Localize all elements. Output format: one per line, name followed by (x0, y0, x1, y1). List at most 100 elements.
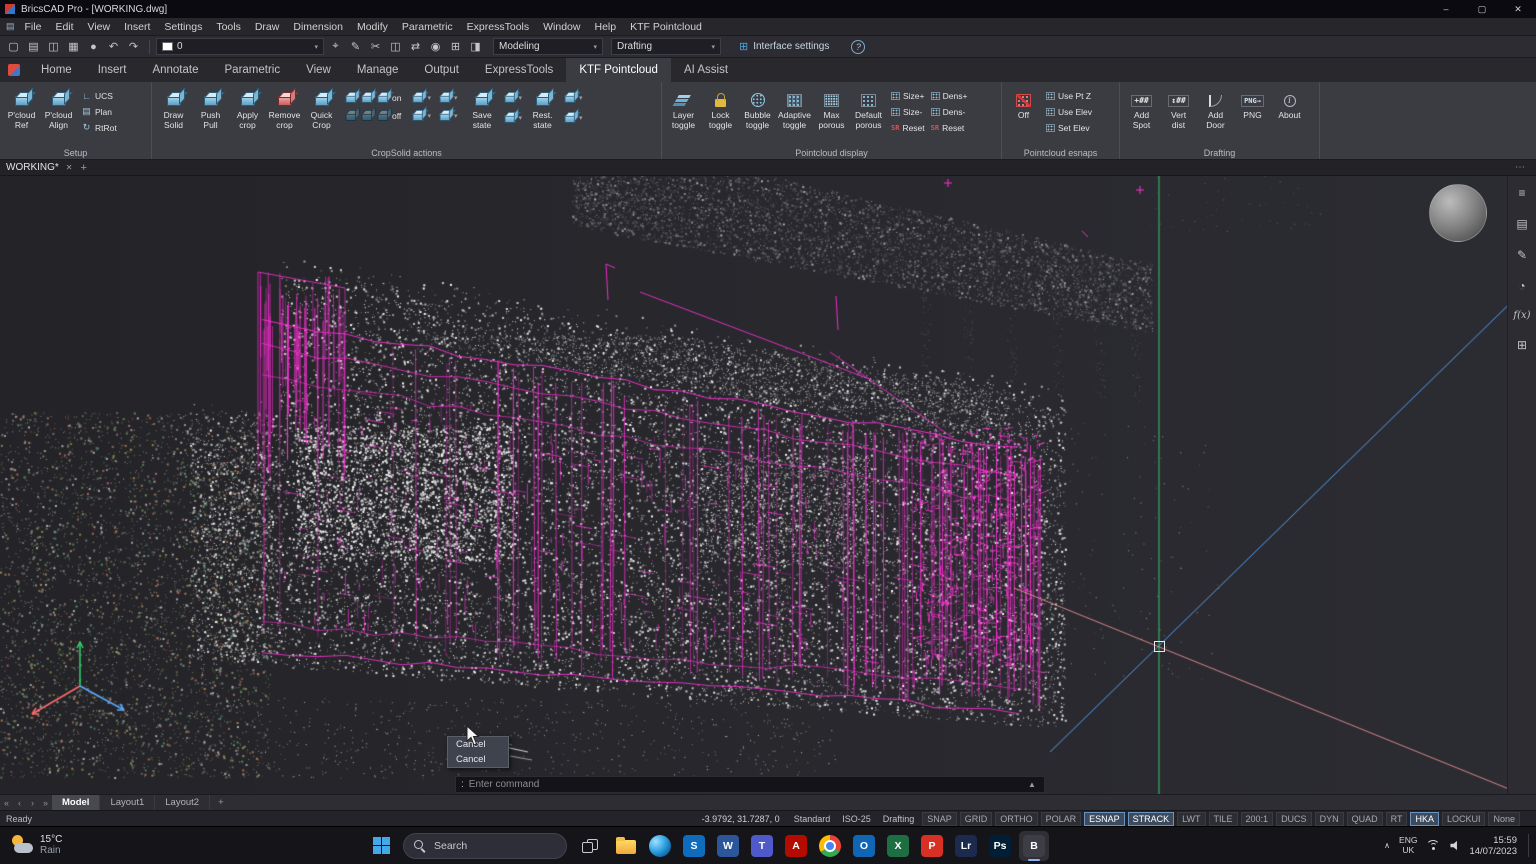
command-line[interactable]: : Enter command ▲ (455, 776, 1045, 793)
context-menu-item-cancel[interactable]: Cancel (448, 752, 508, 767)
menu-edit[interactable]: Edit (48, 21, 80, 33)
start-button[interactable] (366, 831, 396, 861)
render-panel-icon[interactable]: ◔ (1518, 279, 1525, 293)
task-view-button[interactable] (574, 831, 604, 861)
search-input[interactable]: Search (403, 833, 567, 859)
ribbon-button-plan[interactable]: ▤Plan (81, 105, 117, 118)
ribbon-button-vert-dist[interactable]: ↕##Vertdist (1160, 84, 1197, 146)
status-toggle-200-1[interactable]: 200:1 (1241, 812, 1274, 826)
photoshop-icon[interactable]: Ps (985, 831, 1015, 861)
panel-menu-icon[interactable]: ≡ (1518, 186, 1525, 200)
teams-icon[interactable]: T (747, 831, 777, 861)
help-button[interactable]: ? (851, 40, 865, 54)
ribbon-button-size[interactable]: Size+ (891, 89, 925, 102)
attachments-panel-icon[interactable]: ✎ (1517, 248, 1527, 262)
crop-option-button[interactable]: ▾ (438, 109, 458, 122)
state-option-button[interactable]: ▾ (503, 91, 523, 104)
status-toggle-ducs[interactable]: DUCS (1276, 812, 1312, 826)
status-toggle-ortho[interactable]: ORTHO (995, 812, 1037, 826)
ribbon-button-lock-toggle[interactable]: Locktoggle (702, 84, 739, 146)
status-toggle-snap[interactable]: SNAP (922, 812, 957, 826)
ribbon-button-remove-crop[interactable]: Removecrop (266, 84, 303, 146)
app-menu-icon[interactable] (0, 58, 28, 82)
crop-option-button[interactable]: ▾ (411, 91, 431, 104)
redline-icon[interactable]: ● (84, 38, 103, 56)
print-icon[interactable]: ▦ (64, 38, 83, 56)
menu-help[interactable]: Help (587, 21, 623, 33)
ribbon-button-apply-crop[interactable]: Applycrop (229, 84, 266, 146)
state-option-button[interactable]: ▾ (563, 91, 583, 104)
volume-icon[interactable] (1450, 841, 1460, 851)
ribbon-button-p-cloud-align[interactable]: P'cloudAlign (40, 84, 77, 146)
ribbon-button-reset[interactable]: SRReset (931, 121, 968, 134)
menu-insert[interactable]: Insert (117, 21, 157, 33)
menu-draw[interactable]: Draw (248, 21, 287, 33)
ribbon-button-layer-toggle[interactable]: Layertoggle (665, 84, 702, 146)
ribbon-button-quick-crop[interactable]: QuickCrop (303, 84, 340, 146)
show-desktop-button[interactable] (1528, 834, 1532, 856)
lightroom-icon[interactable]: Lr (951, 831, 981, 861)
workspace-select-primary[interactable]: Modeling ▾ (493, 38, 603, 55)
ribbon-button-off[interactable]: Off (1005, 84, 1042, 146)
crop-option-button[interactable]: ▾ (438, 91, 458, 104)
command-input[interactable]: Enter command (469, 779, 1025, 790)
photos-icon[interactable]: P (917, 831, 947, 861)
menu-ktf-pointcloud[interactable]: KTF Pointcloud (623, 21, 709, 33)
interface-settings-button[interactable]: ⊞ Interface settings (739, 40, 829, 53)
status-toggle-lwt[interactable]: LWT (1177, 812, 1205, 826)
workspace-select-secondary[interactable]: Drafting ▾ (611, 38, 721, 55)
layer-dropdown[interactable]: 0 ▾ (156, 38, 324, 55)
menu-settings[interactable]: Settings (157, 21, 209, 33)
redo-icon[interactable]: ↷ (124, 38, 143, 56)
pencil-icon[interactable]: ✎ (346, 38, 365, 56)
wifi-icon[interactable] (1426, 840, 1441, 852)
layout-nav-icon[interactable]: › (26, 798, 39, 808)
pan-icon[interactable]: ⊞ (446, 38, 465, 56)
menu-window[interactable]: Window (536, 21, 587, 33)
layout-tab-layout1[interactable]: Layout1 (100, 795, 155, 810)
menu-view[interactable]: View (81, 21, 118, 33)
document-tab-working[interactable]: WORKING* (6, 162, 59, 173)
state-option-button[interactable]: ▾ (503, 111, 523, 124)
new-tab-button[interactable]: + (80, 162, 86, 174)
bricscad-icon[interactable]: B (1019, 831, 1049, 861)
ribbon-button-bubble-toggle[interactable]: Bubbletoggle (739, 84, 776, 146)
status-toggle-polar[interactable]: POLAR (1041, 812, 1082, 826)
ribbon-button-default-porous[interactable]: Defaultporous (850, 84, 887, 146)
open-file-icon[interactable]: ▤ (24, 38, 43, 56)
ribbon-button-set-elev[interactable]: Set Elev (1046, 121, 1092, 134)
ribbon-button-max-porous[interactable]: Maxporous (813, 84, 850, 146)
menu-modify[interactable]: Modify (350, 21, 395, 33)
tab-overflow-icon[interactable]: ⋯ (1515, 162, 1526, 173)
ribbon-button-adaptive-toggle[interactable]: Adaptivetoggle (776, 84, 813, 146)
viewport[interactable]: ≡▤✎◔f(x)⊞ Cancel Cancel : Enter command … (0, 176, 1536, 794)
ribbon-button-draw-solid[interactable]: DrawSolid (155, 84, 192, 146)
fields-panel-icon[interactable]: f(x) (1513, 310, 1530, 321)
minimize-button[interactable]: – (1428, 0, 1464, 18)
weather-widget[interactable]: 15°C Rain (10, 833, 62, 857)
new-file-icon[interactable]: ▢ (4, 38, 23, 56)
status-toggle-grid[interactable]: GRID (960, 812, 993, 826)
navigation-sphere[interactable] (1429, 184, 1487, 242)
layout-nav-icon[interactable]: » (39, 798, 52, 808)
file-explorer-icon[interactable] (611, 831, 641, 861)
add-layout-button[interactable]: + (210, 797, 232, 808)
ribbon-button-about[interactable]: iAbout (1271, 84, 1308, 146)
restore-state-button[interactable]: Rest. state (524, 84, 561, 130)
close-tab-icon[interactable]: ✕ (66, 163, 73, 172)
ribbon-button-use-elev[interactable]: Use Elev (1046, 105, 1092, 118)
status-toggle-strack[interactable]: STRACK (1128, 812, 1175, 826)
status-toggle-quad[interactable]: QUAD (1347, 812, 1383, 826)
state-option-button[interactable]: ▾ (563, 111, 583, 124)
excel-icon[interactable]: X (883, 831, 913, 861)
ribbon-tab-output[interactable]: Output (411, 58, 472, 82)
menu-dimension[interactable]: Dimension (286, 21, 350, 33)
ribbon-tab-parametric[interactable]: Parametric (212, 58, 294, 82)
status-toggle-dyn[interactable]: DYN (1315, 812, 1344, 826)
outlook-icon[interactable]: O (849, 831, 879, 861)
clock-widget[interactable]: 15:59 14/07/2023 (1469, 835, 1517, 857)
menu-file[interactable]: File (18, 21, 49, 33)
crop-on-toggle[interactable]: on (344, 91, 401, 104)
view-icon[interactable]: ◨ (466, 38, 485, 56)
ribbon-tab-annotate[interactable]: Annotate (139, 58, 211, 82)
